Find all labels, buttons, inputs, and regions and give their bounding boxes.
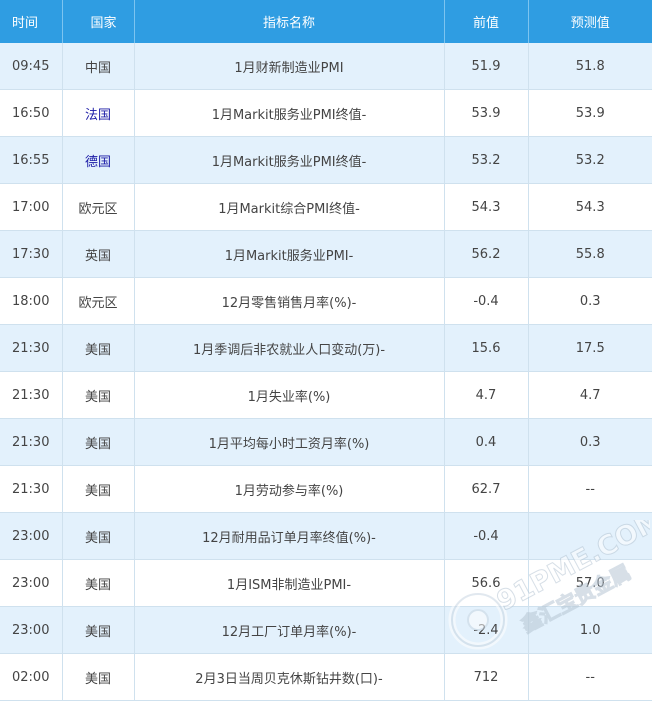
cell-country: 美国 (62, 559, 135, 607)
cell-time: 21:30 (0, 418, 63, 466)
cell-time: 18:00 (0, 277, 63, 325)
cell-indicator-name: 2月3日当周贝克休斯钻井数(口)- (134, 653, 445, 701)
cell-time: 21:30 (0, 465, 63, 513)
cell-time: 23:00 (0, 512, 63, 560)
cell-country: 美国 (62, 418, 135, 466)
cell-forecast: -- (528, 653, 652, 701)
cell-previous: 15.6 (444, 324, 529, 372)
cell-previous: 56.2 (444, 230, 529, 278)
cell-forecast: 4.7 (528, 371, 652, 419)
country-link[interactable]: 德国 (85, 155, 111, 170)
cell-forecast: 57.0 (528, 559, 652, 607)
cell-indicator-name: 1月财新制造业PMI (134, 43, 445, 90)
table-row: 17:00 欧元区 1月Markit综合PMI终值- 54.3 54.3 (0, 183, 652, 231)
cell-indicator-name: 1月ISM非制造业PMI- (134, 559, 445, 607)
cell-forecast: 55.8 (528, 230, 652, 278)
cell-previous: 712 (444, 653, 529, 701)
header-row: 时间 国家 指标名称 前值 预测值 (0, 0, 652, 43)
cell-time: 21:30 (0, 324, 63, 372)
cell-country: 法国 (62, 89, 135, 137)
cell-indicator-name: 1月季调后非农就业人口变动(万)- (134, 324, 445, 372)
cell-previous: 56.6 (444, 559, 529, 607)
cell-forecast: -- (528, 465, 652, 513)
cell-country: 美国 (62, 512, 135, 560)
header-time: 时间 (0, 0, 63, 43)
cell-forecast: 0.3 (528, 418, 652, 466)
cell-country: 美国 (62, 606, 135, 654)
header-indicator-name: 指标名称 (134, 0, 445, 43)
cell-previous: 0.4 (444, 418, 529, 466)
table-row: 16:50 法国 1月Markit服务业PMI终值- 53.9 53.9 (0, 89, 652, 137)
table-row: 23:00 美国 1月ISM非制造业PMI- 56.6 57.0 (0, 559, 652, 607)
cell-indicator-name: 1月劳动参与率(%) (134, 465, 445, 513)
cell-previous: -2.4 (444, 606, 529, 654)
cell-previous: 53.9 (444, 89, 529, 137)
cell-time: 23:00 (0, 606, 63, 654)
table-row: 02:00 美国 2月3日当周贝克休斯钻井数(口)- 712 -- (0, 653, 652, 701)
cell-previous: 53.2 (444, 136, 529, 184)
table-row: 09:45 中国 1月财新制造业PMI 51.9 51.8 (0, 43, 652, 90)
table-row: 23:00 美国 12月耐用品订单月率终值(%)- -0.4 (0, 512, 652, 560)
economic-calendar-table: 时间 国家 指标名称 前值 预测值 09:45 中国 1月财新制造业PMI 51.9 5… (0, 0, 652, 701)
cell-previous: 4.7 (444, 371, 529, 419)
table-row: 21:30 美国 1月季调后非农就业人口变动(万)- 15.6 17.5 (0, 324, 652, 372)
cell-indicator-name: 12月零售销售月率(%)- (134, 277, 445, 325)
cell-previous: -0.4 (444, 277, 529, 325)
page: 时间 国家 指标名称 前值 预测值 09:45 中国 1月财新制造业PMI 51.9 5… (0, 0, 652, 706)
cell-indicator-name: 12月工厂订单月率(%)- (134, 606, 445, 654)
cell-indicator-name: 1月Markit服务业PMI终值- (134, 89, 445, 137)
cell-time: 23:00 (0, 559, 63, 607)
cell-country: 美国 (62, 324, 135, 372)
country-link[interactable]: 法国 (85, 108, 111, 123)
cell-forecast (528, 512, 652, 560)
cell-forecast: 53.9 (528, 89, 652, 137)
cell-previous: 51.9 (444, 43, 529, 90)
cell-time: 21:30 (0, 371, 63, 419)
cell-indicator-name: 12月耐用品订单月率终值(%)- (134, 512, 445, 560)
cell-country: 美国 (62, 465, 135, 513)
cell-country: 美国 (62, 653, 135, 701)
table-row: 18:00 欧元区 12月零售销售月率(%)- -0.4 0.3 (0, 277, 652, 325)
table-body: 09:45 中国 1月财新制造业PMI 51.9 51.8 16:50 法国 1月Markit… (0, 43, 652, 701)
cell-country: 中国 (62, 43, 135, 90)
cell-time: 16:50 (0, 89, 63, 137)
cell-country: 英国 (62, 230, 135, 278)
cell-country: 德国 (62, 136, 135, 184)
cell-country: 美国 (62, 371, 135, 419)
cell-indicator-name: 1月Markit综合PMI终值- (134, 183, 445, 231)
cell-forecast: 0.3 (528, 277, 652, 325)
table-row: 16:55 德国 1月Markit服务业PMI终值- 53.2 53.2 (0, 136, 652, 184)
header-country: 国家 (62, 0, 135, 43)
cell-country: 欧元区 (62, 277, 135, 325)
cell-indicator-name: 1月平均每小时工资月率(%) (134, 418, 445, 466)
table-header: 时间 国家 指标名称 前值 预测值 (0, 0, 652, 43)
cell-country: 欧元区 (62, 183, 135, 231)
cell-indicator-name: 1月失业率(%) (134, 371, 445, 419)
cell-previous: 62.7 (444, 465, 529, 513)
cell-time: 09:45 (0, 43, 63, 90)
cell-forecast: 51.8 (528, 43, 652, 90)
cell-previous: 54.3 (444, 183, 529, 231)
table-row: 21:30 美国 1月失业率(%) 4.7 4.7 (0, 371, 652, 419)
cell-indicator-name: 1月Markit服务业PMI- (134, 230, 445, 278)
cell-time: 17:30 (0, 230, 63, 278)
cell-forecast: 53.2 (528, 136, 652, 184)
header-forecast: 预测值 (528, 0, 652, 43)
cell-forecast: 54.3 (528, 183, 652, 231)
cell-forecast: 17.5 (528, 324, 652, 372)
cell-previous: -0.4 (444, 512, 529, 560)
table-row: 21:30 美国 1月劳动参与率(%) 62.7 -- (0, 465, 652, 513)
cell-forecast: 1.0 (528, 606, 652, 654)
cell-time: 17:00 (0, 183, 63, 231)
header-previous: 前值 (444, 0, 529, 43)
cell-indicator-name: 1月Markit服务业PMI终值- (134, 136, 445, 184)
cell-time: 02:00 (0, 653, 63, 701)
table-row: 23:00 美国 12月工厂订单月率(%)- -2.4 1.0 (0, 606, 652, 654)
table-row: 21:30 美国 1月平均每小时工资月率(%) 0.4 0.3 (0, 418, 652, 466)
table-row: 17:30 英国 1月Markit服务业PMI- 56.2 55.8 (0, 230, 652, 278)
cell-time: 16:55 (0, 136, 63, 184)
